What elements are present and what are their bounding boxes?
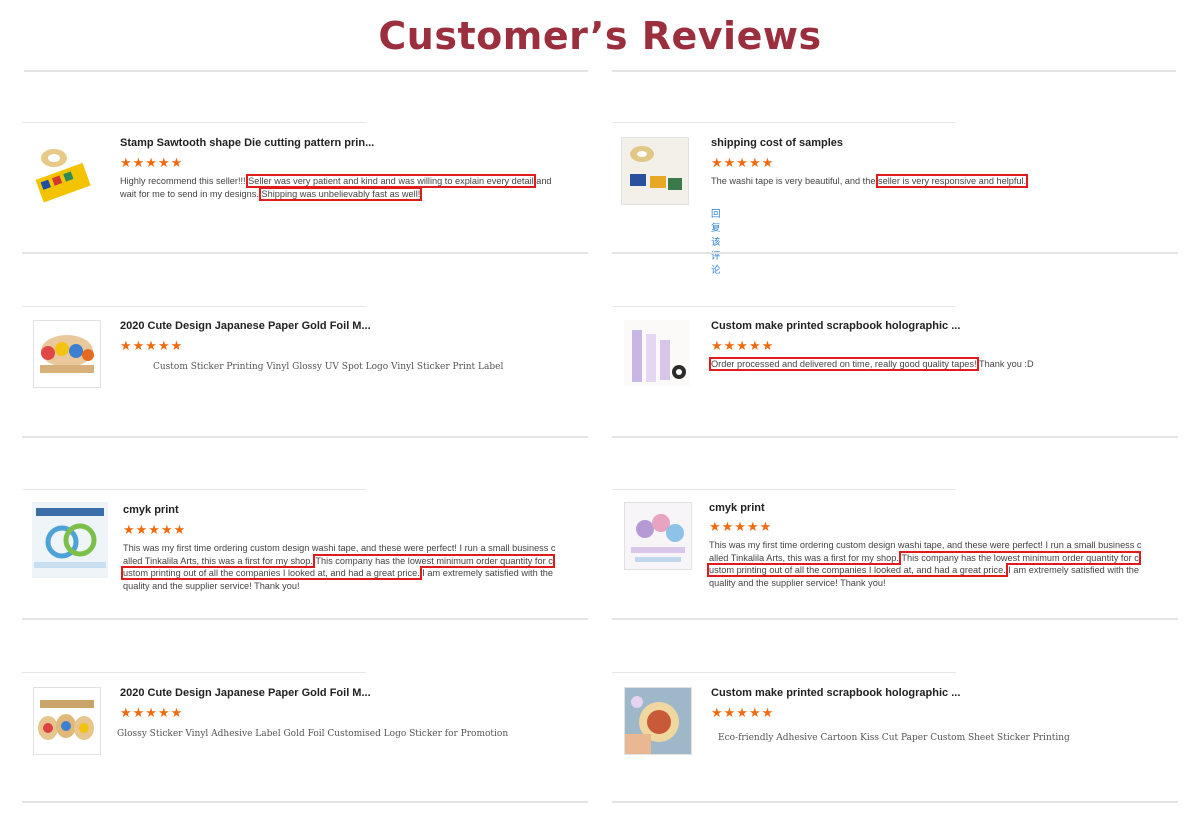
- review-title[interactable]: cmyk print: [709, 502, 765, 514]
- rating-stars: ★★★★★: [123, 523, 186, 537]
- sticker-sheet-image: [625, 688, 691, 754]
- washi-tape-image: [625, 503, 691, 569]
- highlighted-text: Order processed and delivered on time, r…: [709, 357, 979, 371]
- review-title[interactable]: Custom make printed scrapbook holographi…: [711, 320, 960, 332]
- review-text: This was my first time ordering custom d…: [707, 539, 1159, 589]
- review-title[interactable]: Stamp Sawtooth shape Die cutting pattern…: [120, 137, 374, 149]
- product-thumbnail[interactable]: [32, 502, 108, 578]
- review-title[interactable]: 2020 Cute Design Japanese Paper Gold Foi…: [120, 320, 371, 332]
- review-title[interactable]: Custom make printed scrapbook holographi…: [711, 687, 960, 699]
- review-text: The washi tape is very beautiful, and th…: [711, 174, 1156, 188]
- divider: [22, 801, 588, 803]
- divider: [22, 489, 366, 490]
- divider: [22, 252, 588, 254]
- washi-tape-image: [622, 138, 688, 204]
- highlighted-text: Shipping was unbelievably fast as well!: [259, 186, 423, 201]
- review-text: This was my first time ordering custom d…: [121, 542, 573, 592]
- rating-stars: ★★★★★: [120, 706, 183, 720]
- washi-tape-image: [35, 149, 91, 203]
- review-text-part: The washi tape is very beautiful, and th…: [711, 176, 879, 186]
- review-text: Order processed and delivered on time, r…: [709, 357, 1156, 371]
- highlighted-text: Seller was very patient and kind and was…: [246, 174, 536, 188]
- washi-tape-image: [624, 320, 690, 386]
- review-text-part: Thank you :D: [976, 359, 1034, 369]
- product-name[interactable]: Glossy Sticker Vinyl Adhesive Label Gold…: [117, 729, 508, 739]
- review-text-part: Highly recommend this seller!!!: [120, 176, 249, 186]
- highlighted-text: seller is very responsive and helpful.: [876, 174, 1029, 188]
- review-title[interactable]: shipping cost of samples: [711, 137, 843, 149]
- product-thumbnail[interactable]: [33, 687, 101, 755]
- divider: [612, 801, 1178, 803]
- product-name[interactable]: Custom Sticker Printing Vinyl Glossy UV …: [153, 362, 503, 372]
- divider: [612, 252, 1178, 254]
- product-name[interactable]: Eco-friendly Adhesive Cartoon Kiss Cut P…: [718, 733, 1070, 743]
- rating-stars: ★★★★★: [711, 706, 774, 720]
- reply-link[interactable]: 回复该评论: [711, 206, 721, 276]
- review-text: Highly recommend this seller!!! Seller w…: [120, 174, 565, 201]
- divider: [612, 122, 956, 123]
- rating-stars: ★★★★★: [120, 156, 183, 170]
- product-thumbnail[interactable]: [624, 687, 692, 755]
- divider: [612, 436, 1178, 438]
- divider: [22, 672, 366, 673]
- divider: [22, 122, 366, 123]
- divider: [24, 70, 588, 72]
- product-thumbnail[interactable]: [624, 502, 692, 570]
- star-icon: ★★★★★: [711, 338, 775, 353]
- divider: [22, 436, 588, 438]
- star-icon: ★★★★★: [120, 338, 184, 353]
- product-thumbnail[interactable]: [624, 320, 690, 386]
- sticker-roll-image: [34, 321, 100, 387]
- rating-stars: ★★★★★: [711, 156, 774, 170]
- product-thumbnail[interactable]: [32, 140, 98, 206]
- divider: [612, 672, 956, 673]
- page-title: Customer’s Reviews: [378, 14, 822, 58]
- star-icon: ★★★★★: [120, 705, 184, 720]
- star-icon: ★★★★★: [711, 155, 775, 170]
- star-icon: ★★★★★: [120, 155, 184, 170]
- washi-tape-image: [32, 502, 108, 578]
- divider: [612, 489, 956, 490]
- star-icon: ★★★★★: [123, 522, 187, 537]
- rating-stars: ★★★★★: [711, 339, 774, 353]
- star-icon: ★★★★★: [711, 705, 775, 720]
- divider: [612, 306, 956, 307]
- star-icon: ★★★★★: [709, 519, 773, 534]
- rating-stars: ★★★★★: [709, 520, 772, 534]
- product-thumbnail[interactable]: [621, 137, 689, 205]
- divider: [612, 70, 1176, 72]
- divider: [22, 306, 366, 307]
- review-title[interactable]: cmyk print: [123, 504, 179, 516]
- divider: [612, 618, 1178, 620]
- sticker-roll-image: [34, 688, 100, 754]
- product-thumbnail[interactable]: [33, 320, 101, 388]
- review-title[interactable]: 2020 Cute Design Japanese Paper Gold Foi…: [120, 687, 371, 699]
- divider: [22, 618, 588, 620]
- rating-stars: ★★★★★: [120, 339, 183, 353]
